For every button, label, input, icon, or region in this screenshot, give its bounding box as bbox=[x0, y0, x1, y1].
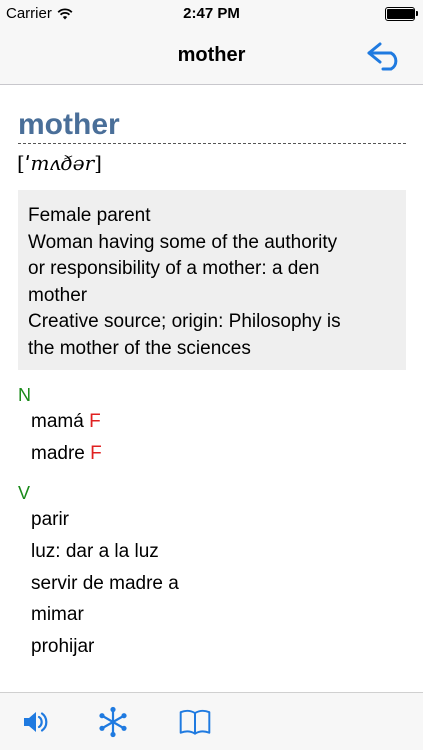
pron-ipa: ˈmʌðər bbox=[24, 151, 95, 175]
definition-box: Female parent Woman having some of the a… bbox=[18, 190, 406, 370]
translation-item[interactable]: mimar bbox=[31, 604, 84, 626]
battery-level bbox=[387, 9, 414, 19]
dictionary-button[interactable] bbox=[178, 705, 212, 739]
book-icon bbox=[179, 709, 211, 735]
translation-item[interactable]: luz: dar a la luz bbox=[31, 541, 159, 563]
translation-item[interactable]: parir bbox=[31, 509, 69, 531]
headword-divider bbox=[18, 143, 406, 144]
navigation-bar: mother bbox=[0, 28, 423, 85]
definition-line: or responsibility of a mother: a den bbox=[28, 258, 320, 279]
translation-word: luz: dar a la luz bbox=[31, 541, 159, 562]
pron-close: ] bbox=[94, 151, 102, 175]
status-bar: Carrier 2:47 PM bbox=[0, 0, 423, 28]
translation-word: prohijar bbox=[31, 636, 95, 657]
related-button[interactable] bbox=[96, 705, 130, 739]
pronunciation: [ˈmʌðər] bbox=[17, 151, 102, 175]
snowflake-icon bbox=[99, 706, 127, 738]
back-button[interactable] bbox=[365, 38, 407, 74]
battery-icon bbox=[385, 7, 418, 21]
definition-line: Female parent bbox=[28, 205, 151, 226]
translation-word: servir de madre a bbox=[31, 573, 179, 594]
bottom-toolbar bbox=[0, 692, 423, 750]
translation-item[interactable]: prohijar bbox=[31, 636, 94, 658]
pos-verb: V bbox=[18, 483, 31, 503]
status-time: 2:47 PM bbox=[183, 5, 240, 22]
definition-line: mother bbox=[28, 284, 88, 306]
page-title: mother bbox=[177, 44, 246, 66]
translation-item[interactable]: madre F bbox=[31, 443, 102, 465]
definition-line: Creative source; origin: Philosophy is bbox=[28, 311, 341, 332]
translation-word: mimar bbox=[31, 604, 84, 625]
speaker-icon bbox=[24, 712, 48, 732]
gender-marker: F bbox=[89, 411, 101, 432]
definition-line: Woman having some of the authority bbox=[28, 231, 338, 253]
translation-word: madre bbox=[31, 443, 85, 464]
speak-button[interactable] bbox=[18, 705, 52, 739]
definition-line: the mother of the sciences bbox=[28, 337, 251, 359]
translation-item[interactable]: servir de madre a bbox=[31, 573, 179, 595]
pron-open: [ bbox=[17, 151, 25, 175]
pos-noun: N bbox=[18, 385, 31, 405]
reply-arrow-icon bbox=[367, 42, 398, 71]
headword: mother bbox=[18, 108, 120, 141]
translation-item[interactable]: mamá F bbox=[31, 411, 101, 433]
entry-content[interactable]: mother [ˈmʌðər] Female parent Woman havi… bbox=[0, 86, 423, 692]
translation-word: mamá bbox=[31, 411, 84, 432]
gender-marker: F bbox=[90, 443, 102, 464]
translation-word: parir bbox=[31, 509, 70, 530]
